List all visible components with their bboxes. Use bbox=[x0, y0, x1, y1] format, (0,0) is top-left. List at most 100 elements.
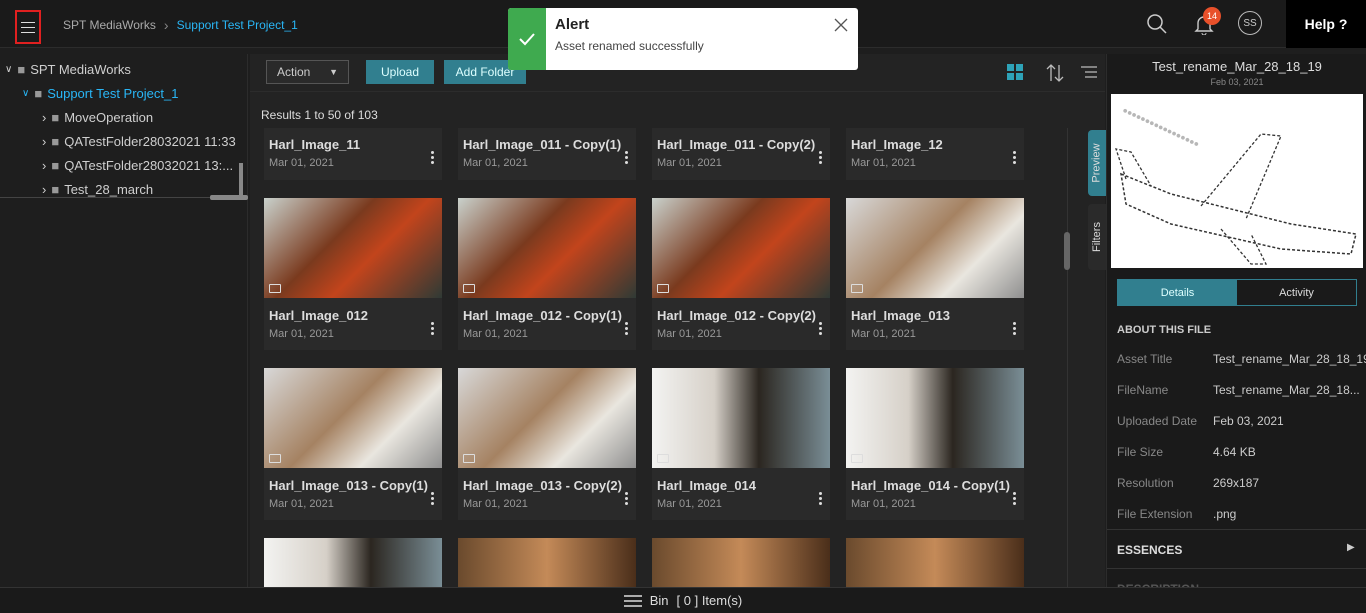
asset-thumbnail[interactable] bbox=[846, 538, 1024, 587]
search-icon[interactable] bbox=[1145, 12, 1169, 36]
asset-card[interactable] bbox=[264, 538, 442, 587]
close-icon[interactable] bbox=[834, 18, 848, 32]
asset-card[interactable]: Harl_Image_013 - Copy(1) Mar 01, 2021 bbox=[264, 368, 442, 520]
tree-item-qatestfolder-2[interactable]: › ■ QATestFolder28032021 13:... bbox=[42, 158, 233, 173]
caret-right-icon[interactable]: ▶ bbox=[1347, 542, 1355, 553]
airplane-sketch-image: ••••••••••••••••• bbox=[1115, 102, 1357, 265]
asset-thumbnail[interactable] bbox=[264, 368, 442, 468]
asset-card[interactable]: Harl_Image_013 - Copy(2) Mar 01, 2021 bbox=[458, 368, 636, 520]
about-heading: ABOUT THIS FILE bbox=[1117, 324, 1212, 336]
detail-value: Feb 03, 2021 bbox=[1213, 414, 1284, 428]
asset-thumbnail[interactable] bbox=[652, 538, 830, 587]
asset-card[interactable]: Harl_Image_012 - Copy(2) Mar 01, 2021 bbox=[652, 198, 830, 350]
tree-item-label: QATestFolder28032021 11:33 bbox=[64, 134, 236, 149]
tree-item-project[interactable]: ∨ ■ Support Test Project_1 bbox=[22, 86, 178, 101]
asset-card[interactable]: Harl_Image_011 - Copy(2) Mar 01, 2021 bbox=[652, 128, 830, 180]
asset-thumbnail[interactable] bbox=[458, 538, 636, 587]
menu-icon[interactable] bbox=[623, 594, 642, 607]
more-options-icon[interactable] bbox=[625, 492, 629, 505]
asset-thumbnail[interactable] bbox=[264, 198, 442, 298]
asset-date: Mar 01, 2021 bbox=[269, 157, 334, 169]
more-options-icon[interactable] bbox=[431, 151, 435, 164]
more-options-icon[interactable] bbox=[819, 322, 823, 335]
hamburger-menu-icon[interactable] bbox=[15, 10, 41, 44]
more-options-icon[interactable] bbox=[625, 151, 629, 164]
detail-row: FileName Test_rename_Mar_28_18... bbox=[1117, 383, 1360, 397]
more-options-icon[interactable] bbox=[431, 492, 435, 505]
breadcrumb: SPT MediaWorks › Support Test Project_1 bbox=[63, 17, 298, 33]
asset-card[interactable]: Harl_Image_012 Mar 01, 2021 bbox=[264, 198, 442, 350]
detail-value: Test_rename_Mar_28_18... bbox=[1213, 383, 1360, 397]
tree-scrollbar-horizontal[interactable] bbox=[210, 195, 248, 200]
chevron-right-icon: › bbox=[163, 17, 169, 33]
image-type-icon bbox=[657, 284, 669, 293]
avatar[interactable]: SS bbox=[1238, 11, 1262, 35]
asset-card[interactable] bbox=[846, 538, 1024, 587]
chevron-right-icon[interactable]: › bbox=[42, 182, 46, 197]
grid-scrollbar[interactable] bbox=[1064, 232, 1070, 270]
help-button[interactable]: Help ? bbox=[1286, 0, 1366, 48]
tree-scrollbar-vertical[interactable] bbox=[239, 163, 243, 199]
sort-icon[interactable] bbox=[1046, 63, 1064, 83]
upload-button[interactable]: Upload bbox=[366, 60, 434, 84]
asset-thumbnail[interactable] bbox=[264, 538, 442, 587]
chevron-right-icon[interactable]: › bbox=[42, 158, 46, 173]
detail-value: 269x187 bbox=[1213, 476, 1260, 490]
asset-card[interactable]: Harl_Image_014 Mar 01, 2021 bbox=[652, 368, 830, 520]
tree-item-moveoperation[interactable]: › ■ MoveOperation bbox=[42, 110, 153, 125]
chevron-right-icon[interactable]: › bbox=[42, 134, 46, 149]
watermark-text: ••••••••••••••••• bbox=[1120, 102, 1202, 152]
more-options-icon[interactable] bbox=[431, 322, 435, 335]
asset-card[interactable]: Harl_Image_013 Mar 01, 2021 bbox=[846, 198, 1024, 350]
chevron-down-icon[interactable]: ∨ bbox=[22, 88, 29, 99]
tree-item-label: SPT MediaWorks bbox=[30, 62, 131, 77]
asset-thumbnail[interactable] bbox=[652, 198, 830, 298]
image-type-icon bbox=[269, 284, 281, 293]
essences-heading[interactable]: ESSENCES bbox=[1117, 543, 1182, 557]
caret-down-icon: ▼ bbox=[329, 67, 338, 77]
details-panel: Test_rename_Mar_28_18_19 Feb 03, 2021 ••… bbox=[1106, 54, 1366, 596]
asset-card[interactable]: Harl_Image_014 - Copy(1) Mar 01, 2021 bbox=[846, 368, 1024, 520]
folder-icon: ■ bbox=[34, 86, 43, 101]
tree-item-root[interactable]: ∨ ■ SPT MediaWorks bbox=[5, 62, 131, 77]
alert-toast: Alert Asset renamed successfully bbox=[508, 8, 858, 70]
asset-thumbnail[interactable] bbox=[458, 198, 636, 298]
bin-bar[interactable]: Bin [ 0 ] Item(s) bbox=[0, 587, 1366, 613]
chevron-down-icon[interactable]: ∨ bbox=[5, 64, 12, 75]
asset-thumbnail[interactable] bbox=[652, 368, 830, 468]
asset-date: Feb 03, 2021 bbox=[1210, 77, 1264, 87]
more-options-icon[interactable] bbox=[1013, 322, 1017, 335]
tree-item-qatestfolder-1[interactable]: › ■ QATestFolder28032021 11:33 bbox=[42, 134, 236, 149]
tree-item-label: Support Test Project_1 bbox=[47, 86, 179, 101]
more-options-icon[interactable] bbox=[819, 492, 823, 505]
tab-details[interactable]: Details bbox=[1118, 280, 1237, 305]
tab-preview[interactable]: Preview bbox=[1088, 130, 1106, 196]
chevron-right-icon[interactable]: › bbox=[42, 110, 46, 125]
detail-row: File Size 4.64 KB bbox=[1117, 445, 1256, 459]
asset-card[interactable] bbox=[652, 538, 830, 587]
asset-card[interactable]: Harl_Image_012 - Copy(1) Mar 01, 2021 bbox=[458, 198, 636, 350]
asset-name: Harl_Image_011 - Copy(1) bbox=[463, 137, 622, 152]
list-view-icon[interactable] bbox=[1081, 66, 1098, 80]
tree-item-test-28-march[interactable]: › ■ Test_28_march bbox=[42, 182, 153, 197]
tab-activity[interactable]: Activity bbox=[1237, 280, 1356, 305]
more-options-icon[interactable] bbox=[1013, 151, 1017, 164]
action-dropdown[interactable]: Action ▼ bbox=[266, 60, 349, 84]
asset-card[interactable]: Harl_Image_11 Mar 01, 2021 bbox=[264, 128, 442, 180]
more-options-icon[interactable] bbox=[625, 322, 629, 335]
more-options-icon[interactable] bbox=[819, 151, 823, 164]
asset-card[interactable]: Harl_Image_011 - Copy(1) Mar 01, 2021 bbox=[458, 128, 636, 180]
breadcrumb-root[interactable]: SPT MediaWorks bbox=[63, 18, 156, 32]
asset-thumbnail[interactable] bbox=[846, 368, 1024, 468]
asset-date: Mar 01, 2021 bbox=[269, 498, 334, 510]
asset-name: Harl_Image_013 bbox=[851, 308, 951, 323]
asset-name: Harl_Image_012 - Copy(2) bbox=[657, 308, 816, 323]
asset-card[interactable] bbox=[458, 538, 636, 587]
asset-card[interactable]: Harl_Image_12 Mar 01, 2021 bbox=[846, 128, 1024, 180]
asset-thumbnail[interactable] bbox=[846, 198, 1024, 298]
more-options-icon[interactable] bbox=[1013, 492, 1017, 505]
tab-filters[interactable]: Filters bbox=[1088, 204, 1106, 270]
breadcrumb-current[interactable]: Support Test Project_1 bbox=[177, 18, 298, 32]
grid-view-icon[interactable] bbox=[1007, 64, 1024, 81]
asset-thumbnail[interactable] bbox=[458, 368, 636, 468]
